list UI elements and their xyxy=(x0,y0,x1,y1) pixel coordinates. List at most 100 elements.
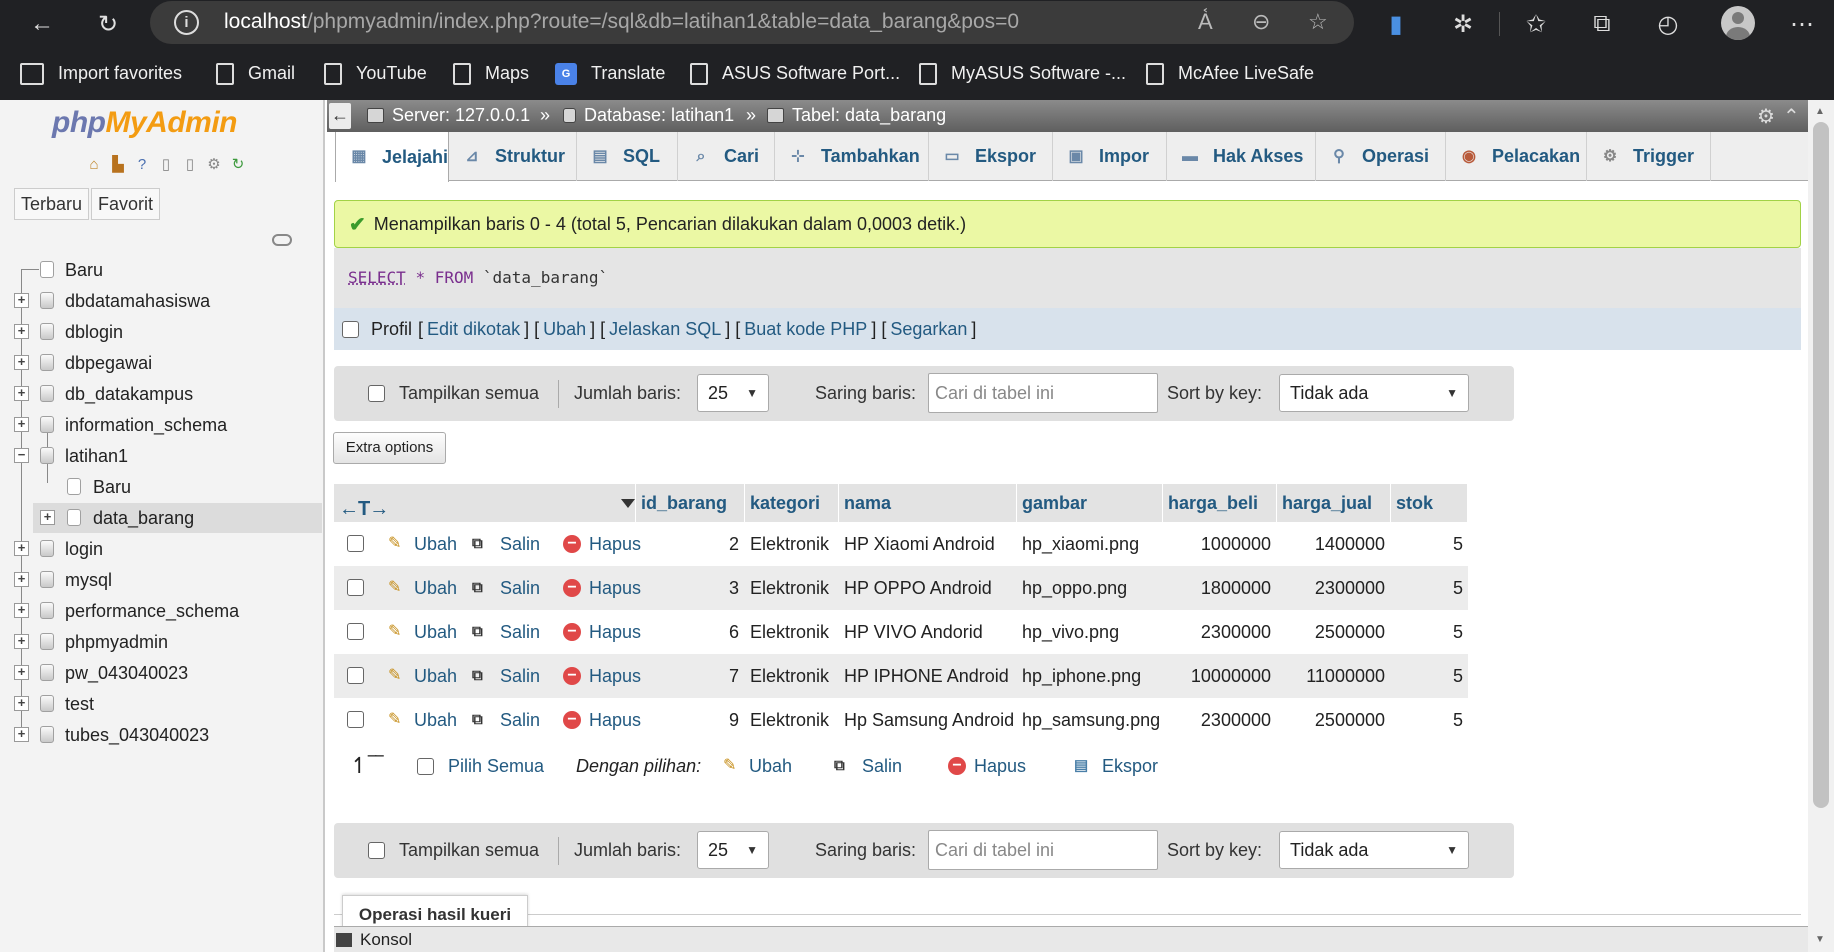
row-delete-button[interactable]: − Hapus xyxy=(563,566,641,610)
tree-item-latihan1-new[interactable]: Baru xyxy=(0,472,322,502)
profile-avatar[interactable] xyxy=(1721,6,1755,40)
tab-export[interactable]: ▭ Ekspor xyxy=(929,132,1053,181)
cell-gambar[interactable]: hp_iphone.png xyxy=(1022,654,1168,698)
tree-item-phpmyadmin[interactable]: + phpmyadmin xyxy=(0,627,322,657)
tab-triggers[interactable]: ⚙ Trigger xyxy=(1587,132,1711,181)
row-edit-button[interactable]: ✎ Ubah xyxy=(388,610,457,654)
table-row[interactable]: ✎ Ubah ⧉ Salin − Hapus 7 Elektronik HP IPHONE An… xyxy=(334,654,1468,698)
cell-kategori[interactable]: Elektronik xyxy=(750,522,840,566)
fav-translate[interactable]: G Translate xyxy=(555,60,665,87)
expand-icon[interactable]: + xyxy=(14,293,29,308)
tab-operations[interactable]: ⚲ Operasi xyxy=(1316,132,1446,181)
table-row[interactable]: ✎ Ubah ⧉ Salin − Hapus 9 Elektronik Hp Samsung A… xyxy=(334,698,1468,742)
tree-item-dblogin[interactable]: + dblogin xyxy=(0,317,322,347)
create-php-code-link[interactable]: Buat kode PHP xyxy=(744,319,867,340)
breadcrumb-server[interactable]: Server: 127.0.0.1 xyxy=(367,105,530,126)
site-info-icon[interactable]: i xyxy=(174,10,199,35)
expand-icon[interactable]: + xyxy=(14,324,29,339)
row-checkbox[interactable] xyxy=(347,667,364,684)
row-copy-button[interactable]: ⧉ Salin xyxy=(472,610,540,654)
console-button[interactable]: Konsol xyxy=(336,929,412,951)
cell-harga-jual[interactable]: 2500000 xyxy=(1277,610,1385,654)
fav-maps[interactable]: Maps xyxy=(453,60,529,87)
row-edit-button[interactable]: ✎ Ubah xyxy=(388,698,457,742)
cell-stok[interactable]: 5 xyxy=(1391,522,1463,566)
refresh-link[interactable]: Segarkan xyxy=(890,319,967,340)
expand-icon[interactable]: + xyxy=(14,696,29,711)
tab-insert[interactable]: ⊹ Tambahkan xyxy=(775,132,929,181)
expand-icon[interactable]: + xyxy=(14,572,29,587)
table-row[interactable]: ✎ Ubah ⧉ Salin − Hapus 3 Elektronik HP OPPO Andr… xyxy=(334,566,1468,610)
header-kategori[interactable]: kategori xyxy=(745,484,839,522)
cell-nama[interactable]: HP OPPO Android xyxy=(844,566,1022,610)
fav-gmail[interactable]: Gmail xyxy=(216,60,295,87)
expand-icon[interactable]: + xyxy=(14,541,29,556)
tree-item-db-datakampus[interactable]: + db_datakampus xyxy=(0,379,322,409)
cell-harga-beli[interactable]: 1000000 xyxy=(1168,522,1271,566)
edit-query-link[interactable]: Ubah xyxy=(543,319,586,340)
cell-gambar[interactable]: hp_oppo.png xyxy=(1022,566,1168,610)
rows-select[interactable]: 25 ▼ xyxy=(697,374,769,412)
cell-id-barang[interactable]: 3 xyxy=(636,566,739,610)
row-copy-button[interactable]: ⧉ Salin xyxy=(472,566,540,610)
cell-harga-jual[interactable]: 1400000 xyxy=(1277,522,1385,566)
bulk-copy-button[interactable]: ⧉ Salin xyxy=(834,746,902,786)
favorites-icon[interactable]: ✩ xyxy=(1520,8,1552,40)
cell-gambar[interactable]: hp_vivo.png xyxy=(1022,610,1168,654)
edit-inline-link[interactable]: Edit dikotak xyxy=(427,319,520,340)
collections-sidebar-icon[interactable]: ▮ xyxy=(1380,8,1412,40)
fav-asus-software[interactable]: ASUS Software Port... xyxy=(690,60,900,87)
expand-icon[interactable]: + xyxy=(40,510,55,525)
cell-gambar[interactable]: hp_xiaomi.png xyxy=(1022,522,1168,566)
docs-icon[interactable]: ▯ xyxy=(156,156,176,174)
settings-icon[interactable]: ⚙ xyxy=(204,156,224,174)
sort-select[interactable]: Tidak ada ▼ xyxy=(1279,831,1469,869)
scrollbar-thumb[interactable] xyxy=(1813,122,1829,808)
cell-id-barang[interactable]: 2 xyxy=(636,522,739,566)
row-copy-button[interactable]: ⧉ Salin xyxy=(472,654,540,698)
table-row[interactable]: ✎ Ubah ⧉ Salin − Hapus 6 Elektronik HP VIVO Ando… xyxy=(334,610,1468,654)
expand-icon[interactable]: + xyxy=(14,665,29,680)
cell-nama[interactable]: Hp Samsung Android xyxy=(844,698,1022,742)
profile-checkbox[interactable] xyxy=(342,320,359,338)
expand-icon[interactable]: + xyxy=(14,355,29,370)
row-edit-button[interactable]: ✎ Ubah xyxy=(388,566,457,610)
header-nama[interactable]: nama xyxy=(839,484,1017,522)
cell-harga-jual[interactable]: 2300000 xyxy=(1277,566,1385,610)
add-favorite-icon[interactable]: ☆ xyxy=(1308,9,1328,35)
tree-item-performance-schema[interactable]: + performance_schema xyxy=(0,596,322,626)
collapse-icon[interactable]: − xyxy=(14,448,29,463)
fav-mcafee[interactable]: McAfee LiveSafe xyxy=(1146,60,1314,87)
page-scrollbar[interactable]: ▲ ▼ xyxy=(1808,100,1834,952)
cell-gambar[interactable]: hp_samsung.png xyxy=(1022,698,1168,742)
cell-stok[interactable]: 5 xyxy=(1391,610,1463,654)
show-all-toggle[interactable]: Tampilkan semua xyxy=(368,823,539,878)
header-gambar[interactable]: gambar xyxy=(1017,484,1163,522)
url-text[interactable]: localhost/phpmyadmin/index.php?route=/sq… xyxy=(224,10,1019,34)
help-icon[interactable]: ? xyxy=(132,156,152,174)
copy-icon[interactable]: ▯ xyxy=(180,156,200,174)
cell-harga-beli[interactable]: 1800000 xyxy=(1168,566,1271,610)
tree-item-new[interactable]: Baru xyxy=(0,255,322,285)
row-checkbox[interactable] xyxy=(347,579,364,596)
breadcrumb-database[interactable]: Database: latihan1 xyxy=(563,105,734,126)
settings-icon[interactable]: ⚙ xyxy=(1757,104,1775,129)
filter-input[interactable]: Cari di tabel ini xyxy=(928,830,1158,870)
tree-item-latihan1[interactable]: − latihan1 xyxy=(0,441,322,471)
select-all-checkbox[interactable] xyxy=(417,757,434,775)
back-arrow-icon[interactable]: ← xyxy=(329,103,351,129)
sql-select-keyword[interactable]: SELECT xyxy=(348,268,406,287)
select-all-toggle[interactable]: Pilih Semua xyxy=(417,746,544,786)
cell-nama[interactable]: HP Xiaomi Android xyxy=(844,522,1022,566)
row-delete-button[interactable]: − Hapus xyxy=(563,610,641,654)
fav-import-favorites[interactable]: Import favorites xyxy=(20,60,182,87)
tree-item-mysql[interactable]: + mysql xyxy=(0,565,322,595)
address-bar[interactable]: i localhost/phpmyadmin/index.php?route=/… xyxy=(150,1,1354,44)
cell-stok[interactable]: 5 xyxy=(1391,698,1463,742)
bulk-edit-button[interactable]: ✎ Ubah xyxy=(723,746,792,786)
cell-harga-jual[interactable]: 11000000 xyxy=(1277,654,1385,698)
cell-kategori[interactable]: Elektronik xyxy=(750,698,840,742)
extra-options-button[interactable]: Extra options xyxy=(333,432,446,464)
tree-item-pw-043040023[interactable]: + pw_043040023 xyxy=(0,658,322,688)
tab-browse[interactable]: ▦ Jelajahi xyxy=(335,132,449,182)
